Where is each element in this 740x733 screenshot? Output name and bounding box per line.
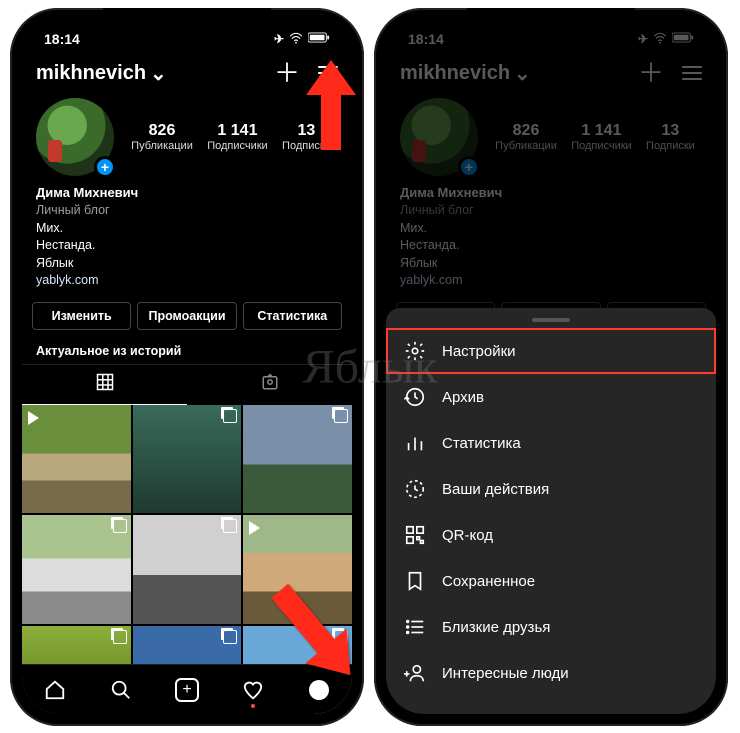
profile-tabs <box>22 364 352 405</box>
menu-label: Интересные люди <box>442 665 569 682</box>
menu-label: Близкие друзья <box>442 619 550 636</box>
add-person-icon <box>404 662 426 684</box>
archive-icon <box>404 386 426 408</box>
chevron-down-icon: ⌄ <box>514 61 531 86</box>
nav-create[interactable]: + <box>175 678 199 702</box>
sheet-handle[interactable] <box>532 318 570 322</box>
battery-icon <box>672 32 694 46</box>
bookmark-icon <box>404 570 426 592</box>
stats-icon <box>404 432 426 454</box>
add-story-icon[interactable]: + <box>94 156 116 178</box>
username-label: mikhnevich <box>36 62 146 85</box>
menu-label: Ваши действия <box>442 481 549 498</box>
status-time: 18:14 <box>408 31 444 47</box>
display-name: Дима Михневич <box>36 184 338 202</box>
activity-icon <box>404 478 426 500</box>
menu-close-friends[interactable]: Близкие друзья <box>386 604 716 650</box>
menu-archive[interactable]: Архив <box>386 374 716 420</box>
wifi-icon <box>653 32 667 47</box>
phone-right: 18:14 ✈ mikhnevich⌄ ＋ + 826Публикации 1 <box>374 8 728 726</box>
video-icon <box>28 411 39 425</box>
post-cell[interactable] <box>22 515 131 624</box>
notch <box>467 8 635 32</box>
list-icon <box>404 616 426 638</box>
menu-settings[interactable]: Настройки <box>386 328 716 374</box>
menu-label: Сохраненное <box>442 573 535 590</box>
carousel-icon <box>113 519 127 533</box>
bio: Дима Михневич Личный блог Мих. Нестанда.… <box>22 180 352 294</box>
airplane-icon: ✈ <box>274 32 284 46</box>
screen-right: 18:14 ✈ mikhnevich⌄ ＋ + 826Публикации 1 <box>386 20 716 714</box>
menu-saved[interactable]: Сохраненное <box>386 558 716 604</box>
nav-home[interactable] <box>43 678 67 702</box>
post-cell[interactable] <box>133 405 242 514</box>
stat-posts[interactable]: 826Публикации <box>131 122 193 152</box>
menu-label: Статистика <box>442 435 521 452</box>
tab-tagged[interactable] <box>187 365 352 405</box>
wifi-icon <box>289 32 303 47</box>
carousel-icon <box>223 519 237 533</box>
annotation-arrow <box>270 578 360 693</box>
highlights-label[interactable]: Актуальное из историй <box>22 338 352 364</box>
status-icons: ✈ <box>638 32 694 47</box>
bio-line: Нестанда. <box>36 237 338 255</box>
carousel-icon <box>223 630 237 644</box>
category: Личный блог <box>36 202 338 220</box>
bio-link[interactable]: yablyk.com <box>36 272 338 290</box>
post-cell[interactable] <box>133 515 242 624</box>
status-time: 18:14 <box>44 31 80 47</box>
bio-line: Мих. <box>36 220 338 238</box>
nav-activity[interactable] <box>241 678 265 702</box>
tab-grid[interactable] <box>22 365 187 405</box>
stat-followers[interactable]: 1 141Подписчики <box>207 122 268 152</box>
edit-profile-button[interactable]: Изменить <box>32 302 131 330</box>
menu-activity[interactable]: Ваши действия <box>386 466 716 512</box>
avatar[interactable]: + <box>36 98 114 176</box>
video-icon <box>249 521 260 535</box>
menu-sheet: Настройки Архив Статистика Ваши действия… <box>386 308 716 714</box>
status-icons: ✈ <box>274 32 330 47</box>
post-cell[interactable] <box>22 405 131 514</box>
action-buttons: Изменить Промоакции Статистика <box>22 294 352 338</box>
username-dropdown[interactable]: mikhnevich⌄ <box>400 61 531 86</box>
post-cell[interactable] <box>243 405 352 514</box>
qr-icon <box>404 524 426 546</box>
battery-icon <box>308 32 330 46</box>
nav-search[interactable] <box>109 678 133 702</box>
menu-stats[interactable]: Статистика <box>386 420 716 466</box>
carousel-icon <box>334 409 348 423</box>
promotions-button[interactable]: Промоакции <box>137 302 236 330</box>
carousel-icon <box>113 630 127 644</box>
username-dropdown[interactable]: mikhnevich ⌄ <box>36 61 167 86</box>
notch <box>103 8 271 32</box>
annotation-arrow <box>296 60 366 155</box>
carousel-icon <box>223 409 237 423</box>
chevron-down-icon: ⌄ <box>150 61 167 86</box>
airplane-icon: ✈ <box>638 32 648 46</box>
create-button[interactable]: ＋ <box>638 60 664 86</box>
gear-icon <box>404 340 426 362</box>
menu-discover[interactable]: Интересные люди <box>386 650 716 696</box>
menu-label: QR-код <box>442 527 493 544</box>
menu-button[interactable] <box>682 66 702 80</box>
profile-header: mikhnevich⌄ ＋ <box>386 52 716 94</box>
menu-label: Архив <box>442 389 484 406</box>
avatar[interactable]: + <box>400 98 478 176</box>
menu-label: Настройки <box>442 343 516 360</box>
notification-dot <box>251 704 255 708</box>
menu-qr[interactable]: QR-код <box>386 512 716 558</box>
bio-line: Яблык <box>36 255 338 273</box>
insights-button[interactable]: Статистика <box>243 302 342 330</box>
